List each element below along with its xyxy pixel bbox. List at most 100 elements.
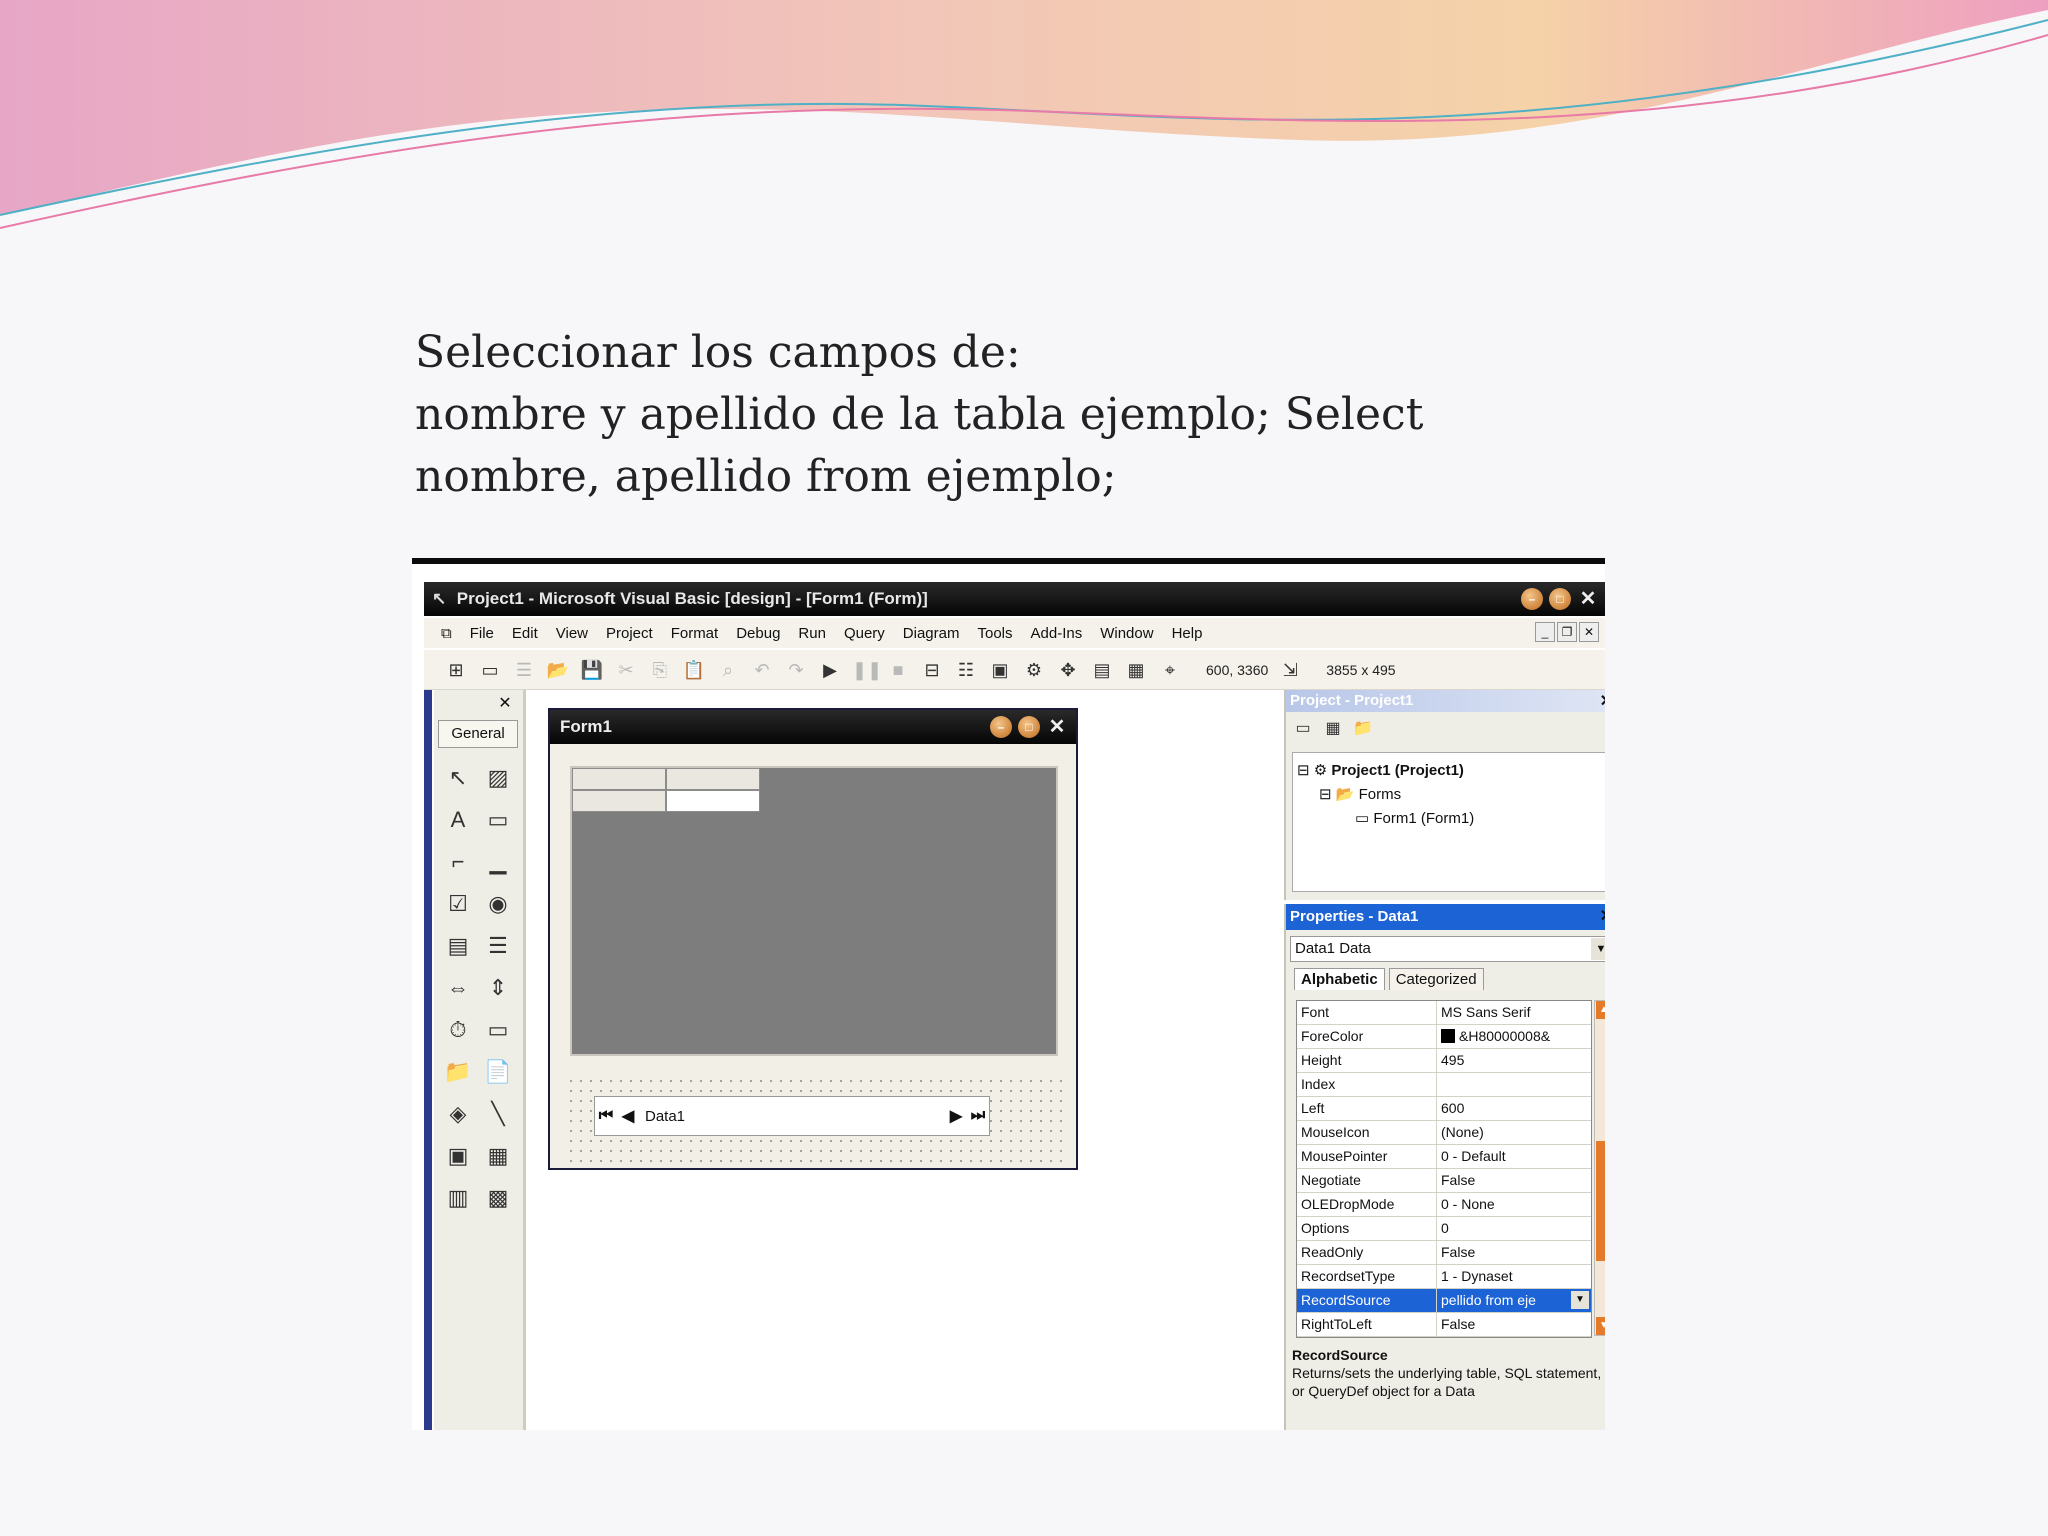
picturebox-tool-icon[interactable]: ▨ <box>480 760 516 796</box>
data-control[interactable]: ⏮ ◀ Data1 ▶ ⏭ <box>594 1096 990 1136</box>
property-value[interactable]: False <box>1437 1313 1591 1336</box>
menu-project[interactable]: Project <box>597 625 662 642</box>
property-value[interactable]: False <box>1437 1169 1591 1192</box>
toolbox-icon[interactable]: ✥ <box>1056 658 1080 682</box>
property-value-forecolor[interactable]: &H80000008& <box>1437 1025 1591 1048</box>
menu-edit[interactable]: Edit <box>503 625 547 642</box>
redo-icon[interactable]: ↷ <box>784 658 808 682</box>
property-row[interactable]: Index <box>1297 1073 1591 1097</box>
properties-scrollbar[interactable]: ▲ ▼ <box>1594 1000 1605 1336</box>
textbox-tool-icon[interactable]: ▭ <box>480 802 516 838</box>
label-tool-icon[interactable]: A <box>440 802 476 838</box>
move-last-icon[interactable]: ⏭ <box>967 1107 989 1125</box>
form-layout-icon[interactable]: ▣ <box>988 658 1012 682</box>
tree-project-root[interactable]: ⊟ ⚙ Project1 (Project1) <box>1297 759 1605 783</box>
dirlistbox-tool-icon[interactable]: 📁 <box>440 1054 476 1090</box>
property-row[interactable]: RightToLeft False <box>1297 1313 1591 1337</box>
menu-run[interactable]: Run <box>789 625 835 642</box>
mdi-minimize-button[interactable]: _ <box>1535 622 1555 642</box>
vscrollbar-tool-icon[interactable]: ⇕ <box>480 970 516 1006</box>
menu-window[interactable]: Window <box>1091 625 1162 642</box>
timer-tool-icon[interactable]: ⏱ <box>440 1012 476 1048</box>
tab-categorized[interactable]: Categorized <box>1388 968 1484 990</box>
grid-data-cell[interactable] <box>666 790 760 812</box>
menu-debug[interactable]: Debug <box>727 625 789 642</box>
property-value[interactable]: 495 <box>1437 1049 1591 1072</box>
property-value[interactable]: 600 <box>1437 1097 1591 1120</box>
image-tool-icon[interactable]: ▣ <box>440 1138 476 1174</box>
save-project-icon[interactable]: 💾 <box>580 658 604 682</box>
menu-diagram[interactable]: Diagram <box>894 625 969 642</box>
property-row[interactable]: Left 600 <box>1297 1097 1591 1121</box>
optionbutton-tool-icon[interactable]: ◉ <box>480 886 516 922</box>
view-object-icon[interactable]: ▦ <box>1322 718 1344 740</box>
properties-window-icon[interactable]: ☷ <box>954 658 978 682</box>
end-icon[interactable]: ■ <box>886 658 910 682</box>
menu-format[interactable]: Format <box>662 625 728 642</box>
combobox-tool-icon[interactable]: ▤ <box>440 928 476 964</box>
commandbutton-tool-icon[interactable]: ▁ <box>480 844 516 880</box>
menu-tools[interactable]: Tools <box>968 625 1021 642</box>
form1-maximize-button[interactable]: □ <box>1018 716 1040 738</box>
add-project-icon[interactable]: ⊞ <box>444 658 468 682</box>
properties-close-icon[interactable]: ✕ <box>1600 904 1605 930</box>
property-row[interactable]: OLEDropMode 0 - None <box>1297 1193 1591 1217</box>
property-value[interactable] <box>1437 1073 1591 1096</box>
frame-tool-icon[interactable]: ⌐ <box>440 844 476 880</box>
drivelistbox-tool-icon[interactable]: ▭ <box>480 1012 516 1048</box>
tree-forms-folder[interactable]: ⊟ 📂 Forms <box>1297 783 1605 807</box>
property-value[interactable]: False <box>1437 1241 1591 1264</box>
property-value[interactable]: 1 - Dynaset <box>1437 1265 1591 1288</box>
break-icon[interactable]: ❚❚ <box>852 658 882 682</box>
form1-designer[interactable]: Form1 – □ ✕ ⏮ ◀ Data1 ▶ ⏭ <box>548 708 1078 1170</box>
scroll-down-icon[interactable]: ▼ <box>1596 1317 1605 1335</box>
filelistbox-tool-icon[interactable]: 📄 <box>480 1054 516 1090</box>
recordsource-field[interactable]: pellido from eje ▼ <box>1437 1289 1591 1312</box>
property-value[interactable]: 0 - Default <box>1437 1145 1591 1168</box>
cut-icon[interactable]: ✂ <box>614 658 638 682</box>
menu-editor-icon[interactable]: ☰ <box>512 658 536 682</box>
tab-alphabetic[interactable]: Alphabetic <box>1294 968 1385 990</box>
property-value[interactable]: 0 - None <box>1437 1193 1591 1216</box>
shape-tool-icon[interactable]: ◈ <box>440 1096 476 1132</box>
expand-icon[interactable]: ⊟ <box>1319 786 1332 803</box>
move-next-icon[interactable]: ▶ <box>945 1106 967 1126</box>
start-icon[interactable]: ▶ <box>818 658 842 682</box>
scroll-up-icon[interactable]: ▲ <box>1596 1001 1605 1019</box>
menu-view[interactable]: View <box>547 625 597 642</box>
line-tool-icon[interactable]: ╲ <box>480 1096 516 1132</box>
property-row[interactable]: RecordsetType 1 - Dynaset <box>1297 1265 1591 1289</box>
ole-tool-icon[interactable]: ▥ <box>440 1180 476 1216</box>
property-row[interactable]: Negotiate False <box>1297 1169 1591 1193</box>
form1-close-button[interactable]: ✕ <box>1046 716 1068 738</box>
mdi-close-button[interactable]: ✕ <box>1579 622 1599 642</box>
property-row[interactable]: ForeColor &H80000008& <box>1297 1025 1591 1049</box>
toolbox-general-tab[interactable]: General <box>438 720 518 748</box>
copy-icon[interactable]: ⎘ <box>648 658 672 682</box>
project-explorer-icon[interactable]: ⊟ <box>920 658 944 682</box>
listbox-tool-icon[interactable]: ☰ <box>480 928 516 964</box>
mdi-restore-button[interactable]: ❐ <box>1557 622 1577 642</box>
move-first-icon[interactable]: ⏮ <box>595 1107 617 1125</box>
property-row[interactable]: Options 0 <box>1297 1217 1591 1241</box>
property-value[interactable]: (None) <box>1437 1121 1591 1144</box>
menu-query[interactable]: Query <box>835 625 894 642</box>
property-row[interactable]: Height 495 <box>1297 1049 1591 1073</box>
toolbox-close-icon[interactable]: ✕ <box>495 694 515 714</box>
add-form-icon[interactable]: ▭ <box>478 658 502 682</box>
property-value[interactable]: MS Sans Serif <box>1437 1001 1591 1024</box>
maximize-button[interactable]: □ <box>1549 588 1571 610</box>
object-selector[interactable]: Data1 Data ▼ <box>1290 936 1605 962</box>
object-browser-icon[interactable]: ⚙ <box>1022 658 1046 682</box>
menu-icon[interactable]: ⧉ <box>432 625 461 642</box>
scroll-thumb[interactable] <box>1596 1141 1605 1261</box>
property-row[interactable]: MouseIcon (None) <box>1297 1121 1591 1145</box>
data-tool-icon[interactable]: ▦ <box>480 1138 516 1174</box>
hscrollbar-tool-icon[interactable]: ⇔ <box>440 970 476 1006</box>
form1-minimize-button[interactable]: – <box>990 716 1012 738</box>
paste-icon[interactable]: 📋 <box>682 658 706 682</box>
data-view-icon[interactable]: ▤ <box>1090 658 1114 682</box>
property-row[interactable]: ReadOnly False <box>1297 1241 1591 1265</box>
tree-form1-item[interactable]: ▭ Form1 (Form1) <box>1297 807 1605 831</box>
property-row[interactable]: MousePointer 0 - Default <box>1297 1145 1591 1169</box>
